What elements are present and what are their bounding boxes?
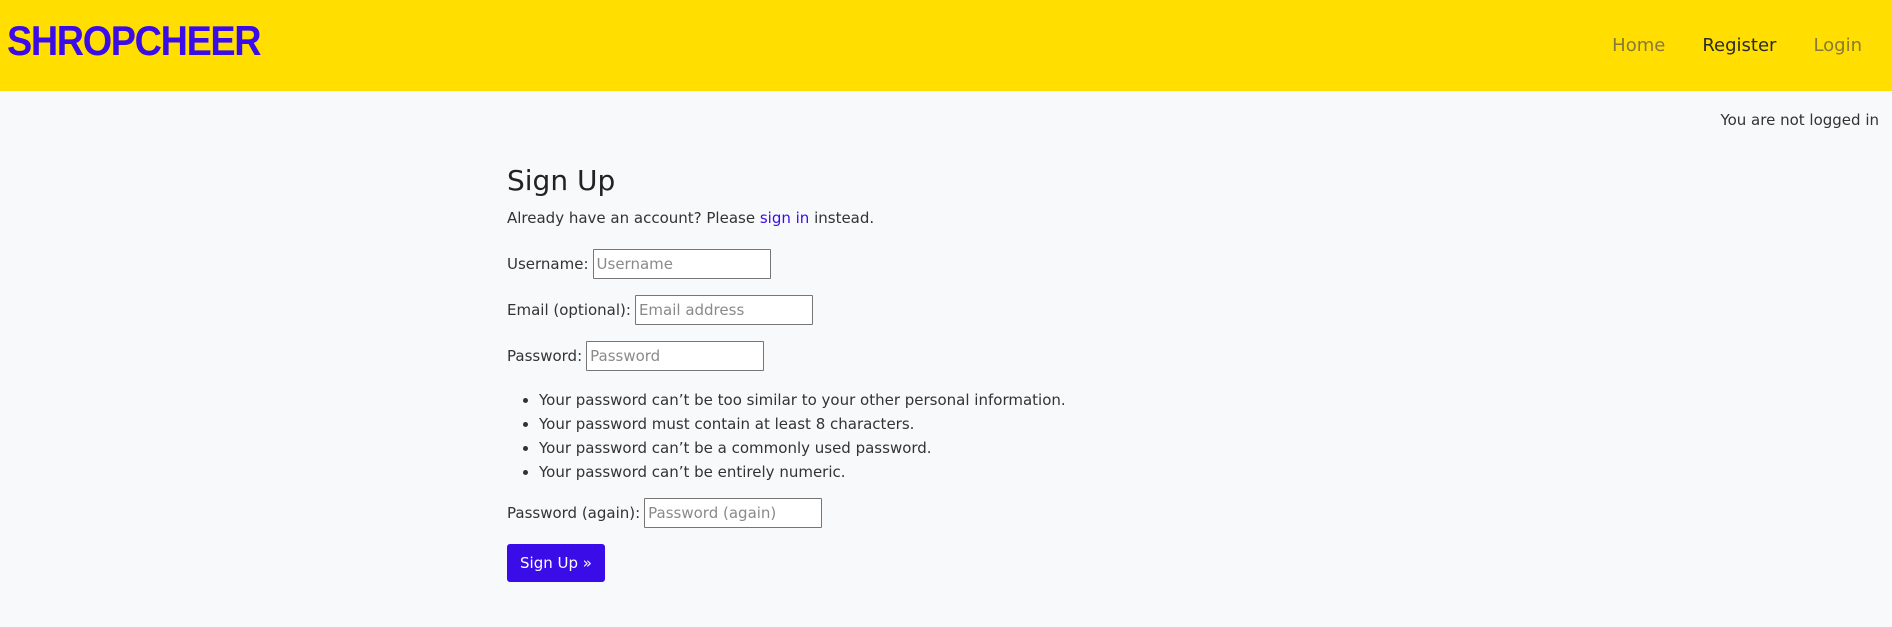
email-input[interactable]	[634, 295, 813, 325]
navbar: SHROPCHEER Home Register Login	[0, 0, 1892, 91]
username-row: Username:	[507, 249, 1207, 279]
password-help-item: Your password must contain at least 8 ch…	[539, 412, 1207, 436]
email-label: Email (optional):	[507, 301, 631, 319]
signup-button[interactable]: Sign Up »	[507, 544, 605, 582]
password-label: Password:	[507, 347, 583, 365]
password-input[interactable]	[586, 341, 765, 371]
password-help-item: Your password can’t be too similar to yo…	[539, 388, 1207, 412]
password-confirm-input[interactable]	[644, 498, 823, 528]
signup-form-container: Sign Up Already have an account? Please …	[507, 163, 1207, 582]
nav-login-link[interactable]: Login	[1813, 35, 1862, 56]
page-title: Sign Up	[507, 164, 616, 197]
signin-prompt-prefix: Already have an account? Please	[507, 209, 756, 227]
nav-links: Home Register Login	[1575, 0, 1862, 91]
brand-logo[interactable]: SHROPCHEER	[7, 16, 262, 66]
password-confirm-row: Password (again):	[507, 498, 1207, 528]
password-help-item: Your password can’t be entirely numeric.	[539, 460, 1207, 484]
submit-row: Sign Up »	[507, 544, 1207, 582]
nav-home-link[interactable]: Home	[1612, 35, 1665, 56]
signup-form: Username: Email (optional): Password: Yo…	[507, 249, 1207, 582]
username-label: Username:	[507, 255, 589, 273]
signin-prompt: Already have an account? Please sign in …	[507, 209, 1207, 227]
signin-link[interactable]: sign in	[760, 209, 809, 227]
signin-prompt-suffix: instead.	[814, 209, 875, 227]
login-status-text: You are not logged in	[1720, 111, 1879, 129]
password-row: Password:	[507, 341, 1207, 371]
password-help-list: Your password can’t be too similar to yo…	[507, 388, 1207, 484]
password-confirm-label: Password (again):	[507, 504, 641, 522]
username-input[interactable]	[592, 249, 771, 279]
nav-register-link[interactable]: Register	[1702, 35, 1776, 56]
email-row: Email (optional):	[507, 295, 1207, 325]
password-help-item: Your password can’t be a commonly used p…	[539, 436, 1207, 460]
